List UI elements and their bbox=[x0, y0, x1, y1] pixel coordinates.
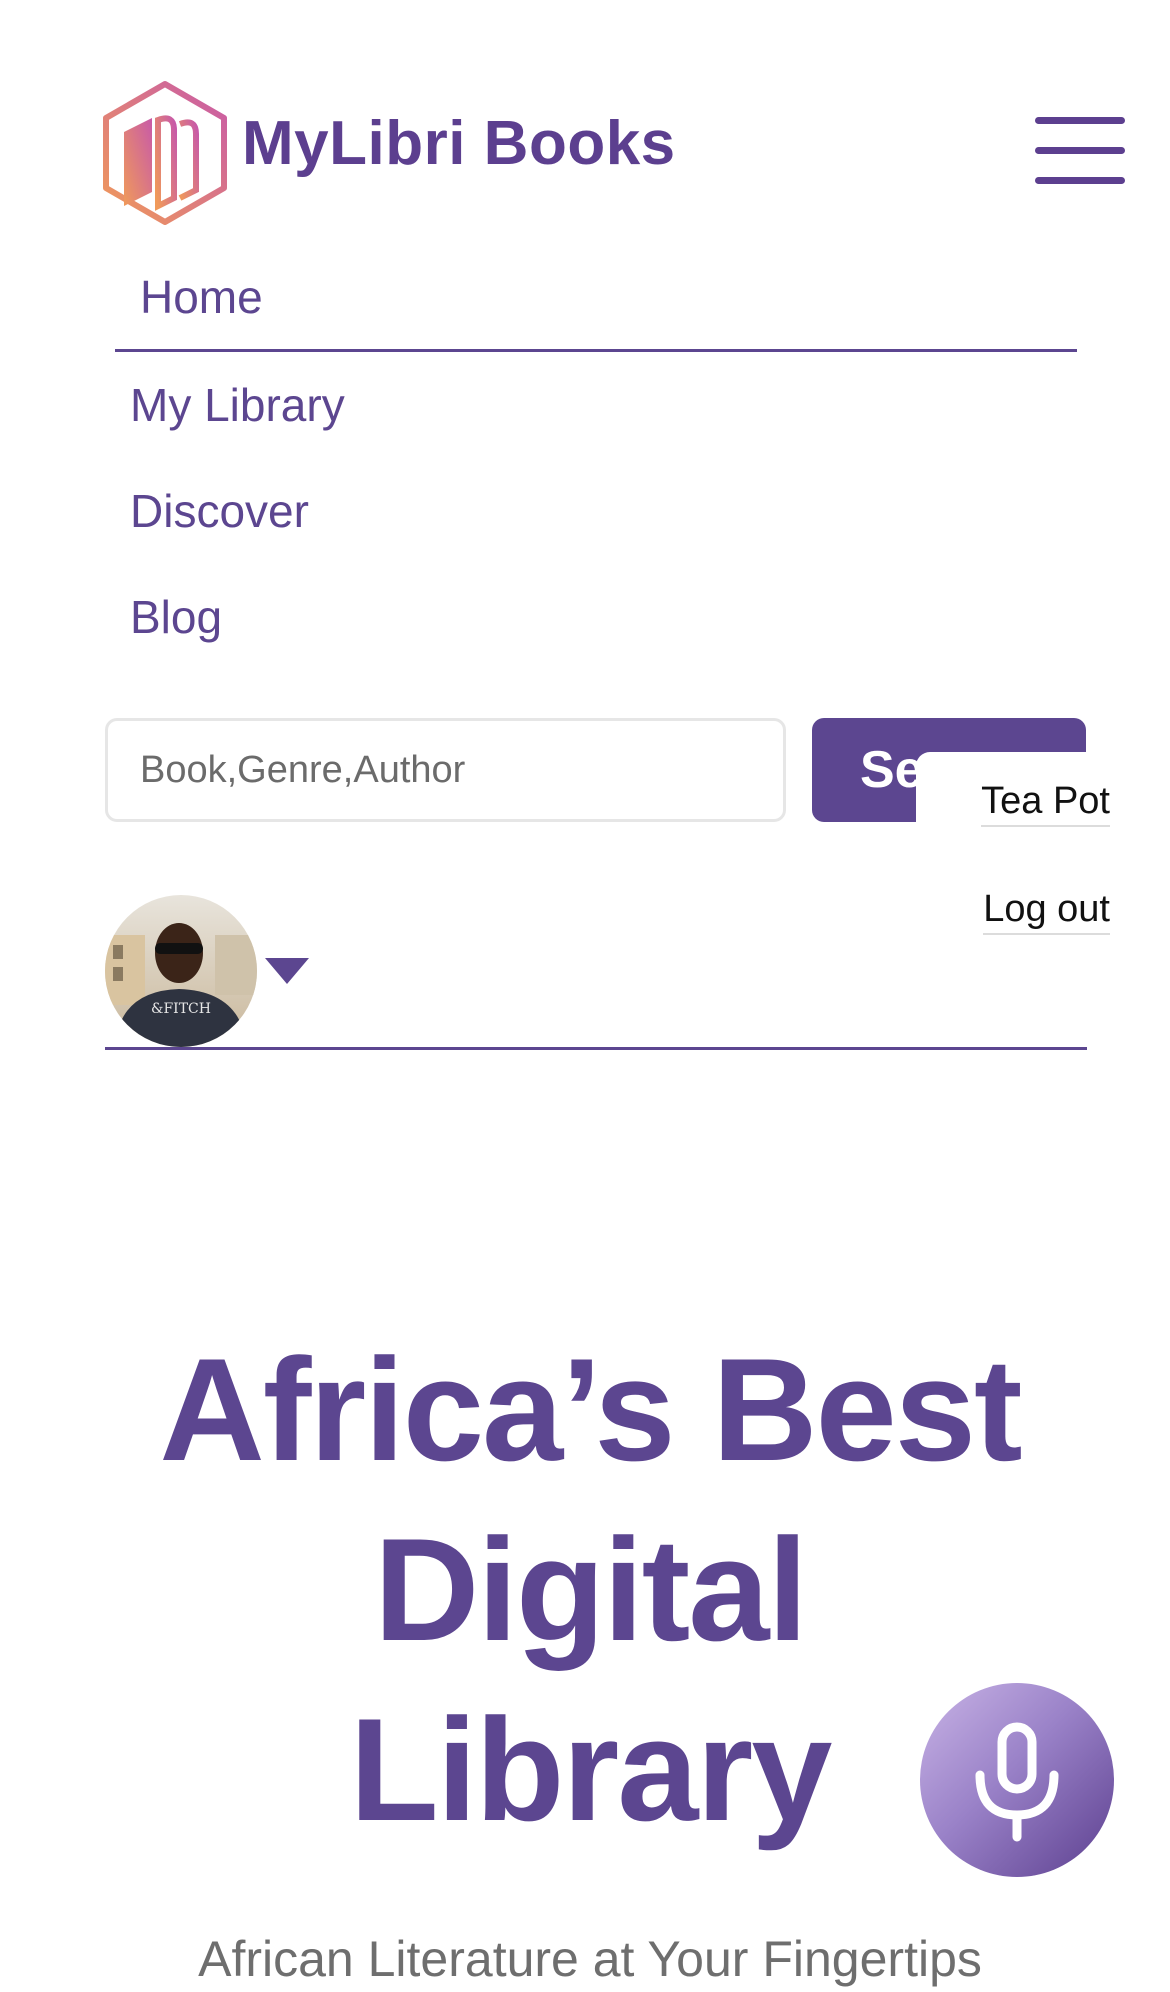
profile-divider bbox=[105, 1047, 1087, 1050]
hero-title-line-2: Digital bbox=[373, 1508, 808, 1671]
hero-title-line-1: Africa’s Best bbox=[159, 1328, 1022, 1491]
nav-item-home[interactable]: Home bbox=[140, 270, 263, 324]
nav-active-underline bbox=[115, 349, 1077, 352]
microphone-icon bbox=[975, 1722, 1059, 1842]
hamburger-menu-icon[interactable] bbox=[1035, 117, 1125, 185]
caret-down-icon[interactable] bbox=[265, 958, 309, 984]
menu-item-tea-pot[interactable]: Tea Pot bbox=[981, 780, 1110, 827]
search-input[interactable] bbox=[105, 718, 786, 822]
avatar[interactable]: &FITCH bbox=[105, 895, 257, 1047]
microphone-button[interactable] bbox=[920, 1683, 1114, 1877]
hero-subtitle: African Literature at Your Fingertips bbox=[198, 1931, 982, 1987]
nav-item-discover[interactable]: Discover bbox=[130, 484, 309, 538]
menu-item-log-out[interactable]: Log out bbox=[983, 888, 1110, 935]
svg-text:&FITCH: &FITCH bbox=[151, 1001, 211, 1017]
profile-dropdown-menu: Tea Pot Log out bbox=[916, 752, 1110, 942]
logo-icon[interactable] bbox=[100, 80, 230, 225]
nav-item-blog[interactable]: Blog bbox=[130, 590, 222, 644]
brand-name[interactable]: MyLibri Books bbox=[242, 108, 676, 179]
nav-item-my-library[interactable]: My Library bbox=[130, 378, 345, 432]
